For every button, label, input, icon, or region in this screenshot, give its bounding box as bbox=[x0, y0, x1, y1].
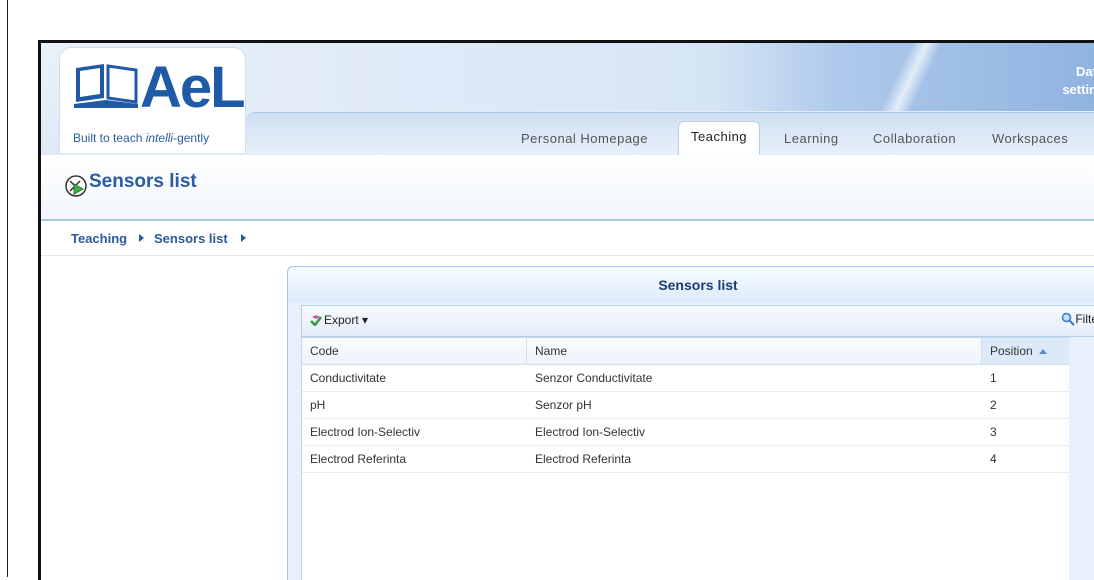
cell-code: Electrod Ion-Selectiv bbox=[310, 425, 421, 439]
search-icon bbox=[1062, 312, 1076, 326]
filter-button[interactable]: Filter bbox=[1061, 312, 1094, 326]
page-title: Sensors list bbox=[89, 171, 197, 192]
browser-frame: Dat settin AeL Built to teach intelli-ge… bbox=[38, 40, 1094, 580]
app-header: Dat settin AeL Built to teach intelli-ge… bbox=[41, 43, 1094, 155]
cell-code: pH bbox=[310, 398, 326, 412]
panel-header: Sensors list bbox=[288, 267, 1094, 303]
cell-code: Conductivitate bbox=[310, 371, 387, 385]
export-icon bbox=[310, 315, 322, 326]
cell-name: Electrod Referinta bbox=[535, 452, 632, 466]
tab-teaching[interactable]: Teaching bbox=[678, 121, 761, 155]
table-row[interactable]: pH Senzor pH 2 bbox=[302, 392, 1070, 419]
table-header: Code Name Position bbox=[302, 338, 1070, 365]
chevron-down-icon: ▾ bbox=[362, 313, 369, 327]
page-title-band bbox=[41, 155, 1094, 221]
sensors-panel: Sensors list Export ▾ Filter Code Name P… bbox=[287, 266, 1094, 580]
breadcrumb-arrow-icon bbox=[139, 234, 144, 242]
tab-workspaces[interactable]: Workspaces bbox=[992, 125, 1068, 155]
cell-position: 1 bbox=[990, 371, 997, 385]
tagline: Built to teach intelli-gently bbox=[73, 131, 209, 145]
cell-name: Senzor pH bbox=[535, 398, 592, 412]
export-label: Export bbox=[324, 313, 359, 327]
sensors-table: Code Name Position Conductivitate Senzor… bbox=[301, 337, 1071, 580]
filter-label: Filter bbox=[1075, 312, 1094, 326]
table-row[interactable]: Electrod Referinta Electrod Referinta 4 bbox=[302, 446, 1070, 473]
sort-ascending-icon bbox=[1038, 349, 1047, 354]
table-row[interactable]: Conductivitate Senzor Conductivitate 1 bbox=[302, 365, 1070, 392]
top-link-1[interactable]: Dat bbox=[1062, 63, 1094, 81]
tab-personal-homepage[interactable]: Personal Homepage bbox=[521, 125, 648, 155]
breadcrumb-teaching[interactable]: Teaching bbox=[71, 231, 127, 246]
export-button[interactable]: Export ▾ bbox=[310, 313, 368, 327]
table-row[interactable]: Electrod Ion-Selectiv Electrod Ion-Selec… bbox=[302, 419, 1070, 446]
cell-code: Electrod Referinta bbox=[310, 452, 407, 466]
column-header-code[interactable]: Code bbox=[302, 338, 527, 364]
header-banner bbox=[241, 43, 1094, 111]
window-edge bbox=[7, 0, 8, 577]
cell-name: Electrod Ion-Selectiv bbox=[535, 425, 646, 439]
book-logo-icon bbox=[74, 64, 138, 108]
breadcrumb-arrow-icon bbox=[241, 234, 246, 242]
tab-collaboration[interactable]: Collaboration bbox=[873, 125, 956, 155]
logo-text: AeL bbox=[140, 55, 246, 120]
logo-area[interactable]: AeL Built to teach intelli-gently bbox=[59, 47, 246, 153]
column-header-position[interactable]: Position bbox=[982, 338, 1070, 364]
banner-decoration bbox=[851, 43, 971, 111]
top-right-links: Dat settin bbox=[1062, 63, 1094, 99]
tagline-emphasis: intelli bbox=[145, 131, 174, 145]
cell-position: 3 bbox=[990, 425, 997, 439]
panel-title: Sensors list bbox=[658, 277, 738, 293]
grid-scrollbar[interactable] bbox=[1069, 337, 1075, 580]
tagline-suffix: -gently bbox=[173, 131, 210, 145]
cell-position: 4 bbox=[990, 452, 997, 466]
column-header-name[interactable]: Name bbox=[527, 338, 982, 364]
cell-name: Senzor Conductivitate bbox=[535, 371, 653, 385]
sensor-play-icon bbox=[65, 175, 87, 197]
grid-toolbar: Export ▾ Filter bbox=[301, 305, 1094, 337]
tagline-prefix: Built to teach bbox=[73, 131, 146, 145]
breadcrumb-sensors-list[interactable]: Sensors list bbox=[154, 231, 228, 246]
top-link-settings[interactable]: settin bbox=[1062, 81, 1094, 99]
column-header-position-label: Position bbox=[990, 344, 1033, 358]
tab-learning[interactable]: Learning bbox=[784, 125, 839, 155]
main-tabs: Personal Homepage Teaching Learning Coll… bbox=[246, 112, 1094, 155]
cell-position: 2 bbox=[990, 398, 997, 412]
breadcrumb: Teaching Sensors list bbox=[41, 221, 1094, 256]
